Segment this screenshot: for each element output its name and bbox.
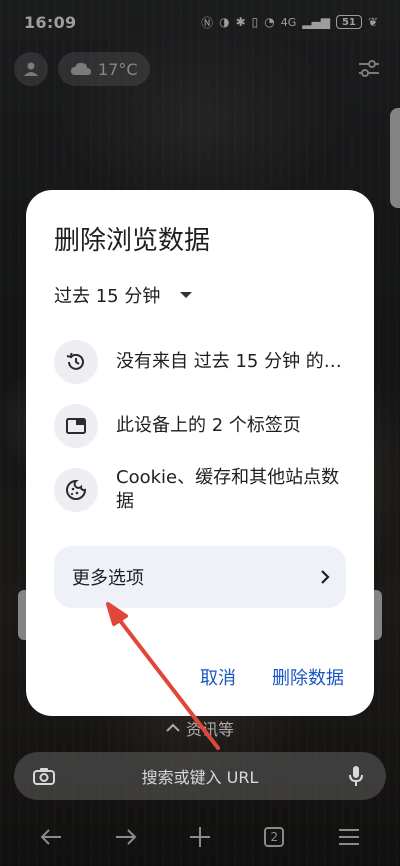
hamburger-menu-icon	[338, 829, 359, 845]
forward-button[interactable]	[106, 817, 146, 857]
microphone-icon	[349, 766, 363, 786]
time-range-value: 过去 15 分钟	[54, 286, 161, 307]
option-label: 没有来自 过去 15 分钟 的浏览记录	[116, 351, 352, 372]
search-bar[interactable]: 搜索或键入 URL	[14, 752, 386, 800]
search-input[interactable]: 搜索或键入 URL	[58, 764, 342, 788]
cancel-button[interactable]: 取消	[200, 664, 236, 690]
dropdown-arrow-icon	[180, 292, 193, 298]
dialog-actions: 取消 删除数据	[200, 664, 344, 690]
time-range-dropdown[interactable]: 过去 15 分钟	[54, 282, 193, 308]
clear-browsing-data-dialog: 删除浏览数据 过去 15 分钟 没有来自 过去 15 分钟 的浏览记录 此设备上…	[26, 190, 374, 716]
camera-icon	[33, 768, 55, 785]
chevron-right-icon	[321, 570, 330, 584]
feed-hint-label: 资讯等	[185, 720, 234, 739]
arrow-right-icon	[115, 829, 136, 845]
chevron-up-icon	[166, 723, 180, 732]
bottom-navigation: 2	[0, 814, 400, 860]
option-tabs: 此设备上的 2 个标签页	[54, 404, 354, 448]
delete-data-button[interactable]: 删除数据	[272, 664, 344, 690]
tab-count: 2	[264, 827, 285, 847]
history-icon	[54, 340, 98, 384]
tab-switcher-button[interactable]: 2	[254, 817, 294, 857]
option-cookies: Cookie、缓存和其他站点数据	[54, 466, 354, 514]
voice-search-button[interactable]	[342, 762, 370, 790]
more-options-button[interactable]: 更多选项	[54, 546, 346, 608]
tabs-icon	[54, 404, 98, 448]
menu-button[interactable]	[329, 817, 369, 857]
dialog-title: 删除浏览数据	[54, 226, 211, 256]
plus-icon	[189, 827, 210, 847]
new-tab-button[interactable]	[180, 817, 220, 857]
feed-expand-hint[interactable]: 资讯等	[0, 716, 400, 740]
more-options-label: 更多选项	[72, 568, 144, 589]
option-browsing-history: 没有来自 过去 15 分钟 的浏览记录	[54, 340, 354, 384]
back-button[interactable]	[31, 817, 71, 857]
option-label: Cookie、缓存和其他站点数据	[116, 467, 340, 512]
cookie-icon	[54, 468, 98, 512]
camera-search-button[interactable]	[30, 762, 58, 790]
option-label: 此设备上的 2 个标签页	[116, 415, 301, 436]
arrow-left-icon	[40, 829, 62, 845]
